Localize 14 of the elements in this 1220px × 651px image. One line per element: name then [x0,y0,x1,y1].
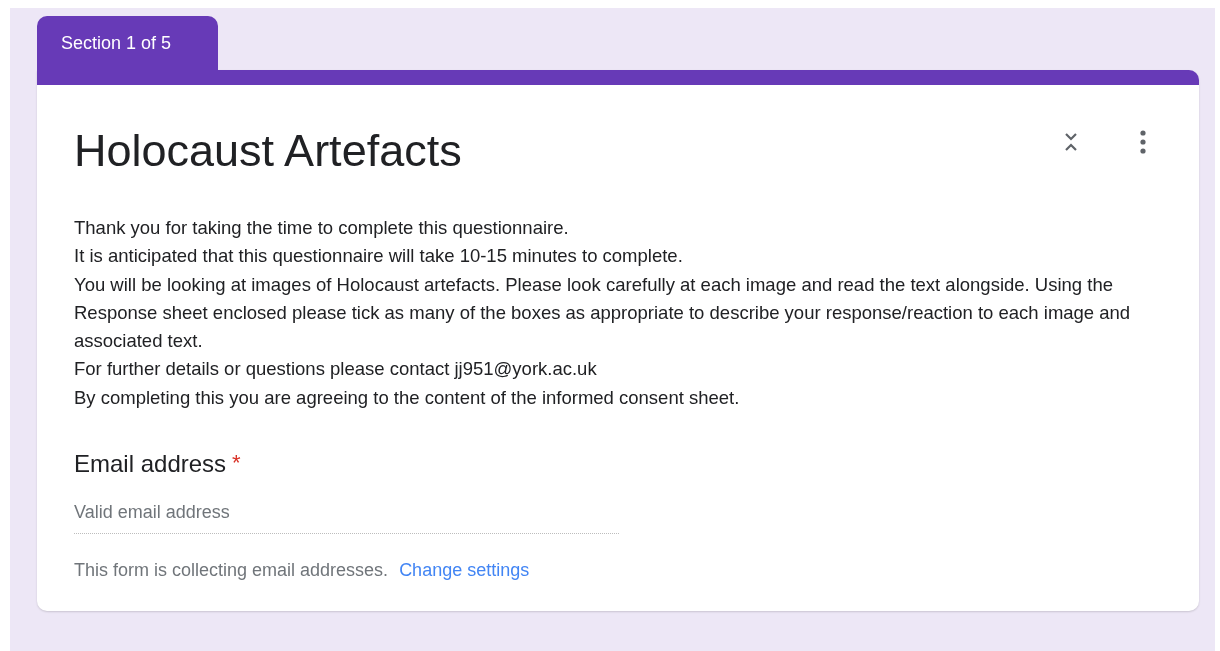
change-settings-link[interactable]: Change settings [399,560,530,582]
description-text: For further details or questions please contact jj951@york.ac.uk [74,357,598,382]
email-field[interactable]: Valid email address [74,498,619,535]
section-tab[interactable]: Section 1 of 5 [37,16,218,70]
collapse-icon[interactable] [1064,132,1078,152]
required-mark: * [232,450,241,477]
more-options-icon[interactable] [1140,130,1146,154]
description-text: Thank you for taking the time to complete this questionnaire. [74,216,570,240]
section-title: Holocaust Artefacts [74,124,462,178]
description-text: You will be looking at images of Holocaust artefacts. Please look carefully at each image and read the text alongside. Using the Response sheet enclosed please tick as many of the boxes as appropriate to describe your response/reaction to each image and associated text. [74,272,1132,354]
description-text: It is anticipated that this questionnaire will take 10-15 minutes to complete. [74,244,684,269]
notice-text: This form is collecting email addresses. [74,560,389,582]
description-text: By completing this you are agreeing to the content of the informed consent sheet. [74,385,741,410]
question-label: Email address [74,450,227,479]
